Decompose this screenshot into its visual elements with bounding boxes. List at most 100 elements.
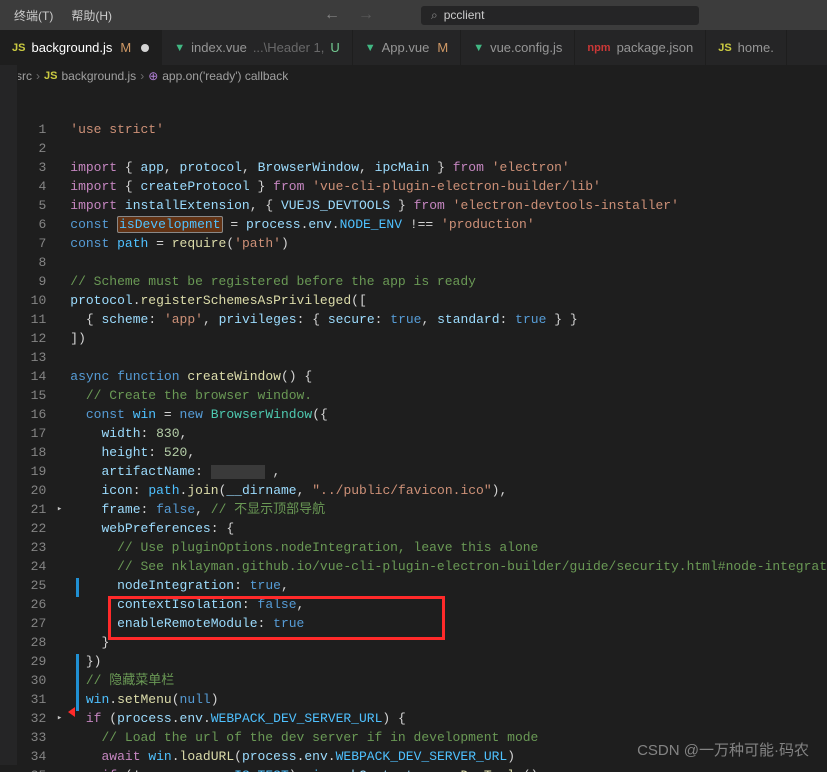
code-line[interactable]: // Use pluginOptions.nodeIntegration, le…: [70, 538, 827, 557]
nav-back-icon[interactable]: ←: [324, 6, 340, 24]
tab-home-[interactable]: JS home.: [706, 30, 787, 65]
dirty-indicator-icon: [141, 44, 149, 52]
line-number: 9: [18, 272, 46, 291]
line-number: 20: [18, 481, 46, 500]
tab-label: package.json: [617, 40, 694, 55]
npm-icon: npm: [587, 42, 610, 54]
tab-label: background.js: [31, 40, 112, 55]
code-line[interactable]: const isDevelopment = process.env.NODE_E…: [70, 215, 827, 234]
nav-forward-icon[interactable]: →: [358, 6, 374, 24]
breadcrumb[interactable]: src › JS background.js › ⊕ app.on('ready…: [0, 65, 827, 87]
tab-label: home.: [738, 40, 774, 55]
code-line[interactable]: if (!process.env.IS_TEST) win.webContent…: [70, 766, 827, 772]
code-line[interactable]: import { createProtocol } from 'vue-cli-…: [70, 177, 827, 196]
breadcrumb-symbol[interactable]: app.on('ready') callback: [162, 69, 288, 83]
line-number: 30: [18, 671, 46, 690]
chevron-right-icon: ›: [36, 69, 40, 83]
code-line[interactable]: }): [70, 652, 827, 671]
code-line[interactable]: webPreferences: {: [70, 519, 827, 538]
code-line[interactable]: await win.loadURL(process.env.WEBPACK_DE…: [70, 747, 827, 766]
code-editor[interactable]: 1234567891011121314151617181920212223242…: [18, 87, 827, 772]
code-line[interactable]: 'use strict': [70, 120, 827, 139]
vue-icon: ▼: [174, 42, 185, 54]
code-line[interactable]: }: [70, 633, 827, 652]
line-number: 10: [18, 291, 46, 310]
line-number: 27: [18, 614, 46, 633]
breadcrumb-file[interactable]: background.js: [61, 69, 136, 83]
code-line[interactable]: async function createWindow() {: [70, 367, 827, 386]
code-line[interactable]: contextIsolation: false,: [70, 595, 827, 614]
code-line[interactable]: const path = require('path'): [70, 234, 827, 253]
code-line[interactable]: import installExtension, { VUEJS_DEVTOOL…: [70, 196, 827, 215]
code-line[interactable]: { scheme: 'app', privileges: { secure: t…: [70, 310, 827, 329]
tab-background-js[interactable]: JSbackground.js M: [0, 30, 162, 65]
code-line[interactable]: enableRemoteModule: true: [70, 614, 827, 633]
fold-marker-icon[interactable]: ▸: [57, 713, 62, 723]
activity-bar-edge: [0, 65, 18, 765]
line-number: 28: [18, 633, 46, 652]
menu-terminal[interactable]: 终端(T): [8, 5, 59, 26]
line-number: 4: [18, 177, 46, 196]
line-number: 31: [18, 690, 46, 709]
code-line[interactable]: import { app, protocol, BrowserWindow, i…: [70, 158, 827, 177]
breadcrumb-folder[interactable]: src: [16, 69, 32, 83]
vue-icon: ▼: [365, 42, 376, 54]
code-line[interactable]: // Load the url of the dev server if in …: [70, 728, 827, 747]
search-icon: ⌕: [431, 8, 438, 23]
line-number: 7: [18, 234, 46, 253]
menu-bar: 终端(T) 帮助(H) ← → ⌕ pcclient: [0, 0, 827, 30]
line-number: 12: [18, 329, 46, 348]
editor-tabs: JSbackground.js M▼index.vue ...\Header 1…: [0, 30, 827, 65]
code-line[interactable]: [70, 253, 827, 272]
line-number: 22: [18, 519, 46, 538]
tab-index-vue[interactable]: ▼index.vue ...\Header 1, U: [162, 30, 352, 65]
tab-label: App.vue: [382, 40, 430, 55]
fold-marker-icon[interactable]: ▸: [57, 504, 62, 514]
code-line[interactable]: // See nklayman.github.io/vue-cli-plugin…: [70, 557, 827, 576]
code-line[interactable]: [70, 348, 827, 367]
code-line[interactable]: width: 830,: [70, 424, 827, 443]
code-line[interactable]: // Scheme must be registered before the …: [70, 272, 827, 291]
line-number: 29: [18, 652, 46, 671]
code-line[interactable]: const win = new BrowserWindow({: [70, 405, 827, 424]
code-line[interactable]: frame: false, // 不显示顶部导航: [70, 500, 827, 519]
line-number: 34: [18, 747, 46, 766]
code-content[interactable]: 'use strict' import { app, protocol, Brow…: [64, 87, 827, 772]
code-line[interactable]: height: 520,: [70, 443, 827, 462]
menu-help[interactable]: 帮助(H): [65, 5, 118, 26]
line-number: 3: [18, 158, 46, 177]
tab-label: index.vue: [191, 40, 247, 55]
line-number: 25: [18, 576, 46, 595]
js-icon: JS: [718, 42, 731, 54]
code-line[interactable]: protocol.registerSchemesAsPrivileged([: [70, 291, 827, 310]
modified-indicator: [76, 654, 79, 711]
line-number: 26: [18, 595, 46, 614]
line-number: 21: [18, 500, 46, 519]
code-line[interactable]: win.setMenu(null): [70, 690, 827, 709]
line-number: 17: [18, 424, 46, 443]
code-line[interactable]: artifactName: ,: [70, 462, 827, 481]
code-line[interactable]: nodeIntegration: true,: [70, 576, 827, 595]
tab-vue-config-js[interactable]: ▼vue.config.js: [461, 30, 575, 65]
code-line[interactable]: ]): [70, 329, 827, 348]
line-number: 24: [18, 557, 46, 576]
tab-App-vue[interactable]: ▼App.vue M: [353, 30, 461, 65]
line-number: 35: [18, 766, 46, 772]
code-line[interactable]: icon: path.join(__dirname, "../public/fa…: [70, 481, 827, 500]
line-number: 5: [18, 196, 46, 215]
line-gutter: 1234567891011121314151617181920212223242…: [18, 87, 64, 772]
line-number: 32: [18, 709, 46, 728]
code-line[interactable]: // 隐藏菜单栏: [70, 671, 827, 690]
code-line[interactable]: if (process.env.WEBPACK_DEV_SERVER_URL) …: [70, 709, 827, 728]
line-number: 33: [18, 728, 46, 747]
line-number: 15: [18, 386, 46, 405]
code-line[interactable]: // Create the browser window.: [70, 386, 827, 405]
line-number: 23: [18, 538, 46, 557]
line-number: 16: [18, 405, 46, 424]
tab-package-json[interactable]: npm package.json: [575, 30, 706, 65]
search-text: pcclient: [444, 8, 485, 22]
line-number: 6: [18, 215, 46, 234]
annotation-red-triangle: [68, 707, 75, 717]
code-line[interactable]: [70, 139, 827, 158]
command-center[interactable]: ⌕ pcclient: [420, 5, 700, 26]
